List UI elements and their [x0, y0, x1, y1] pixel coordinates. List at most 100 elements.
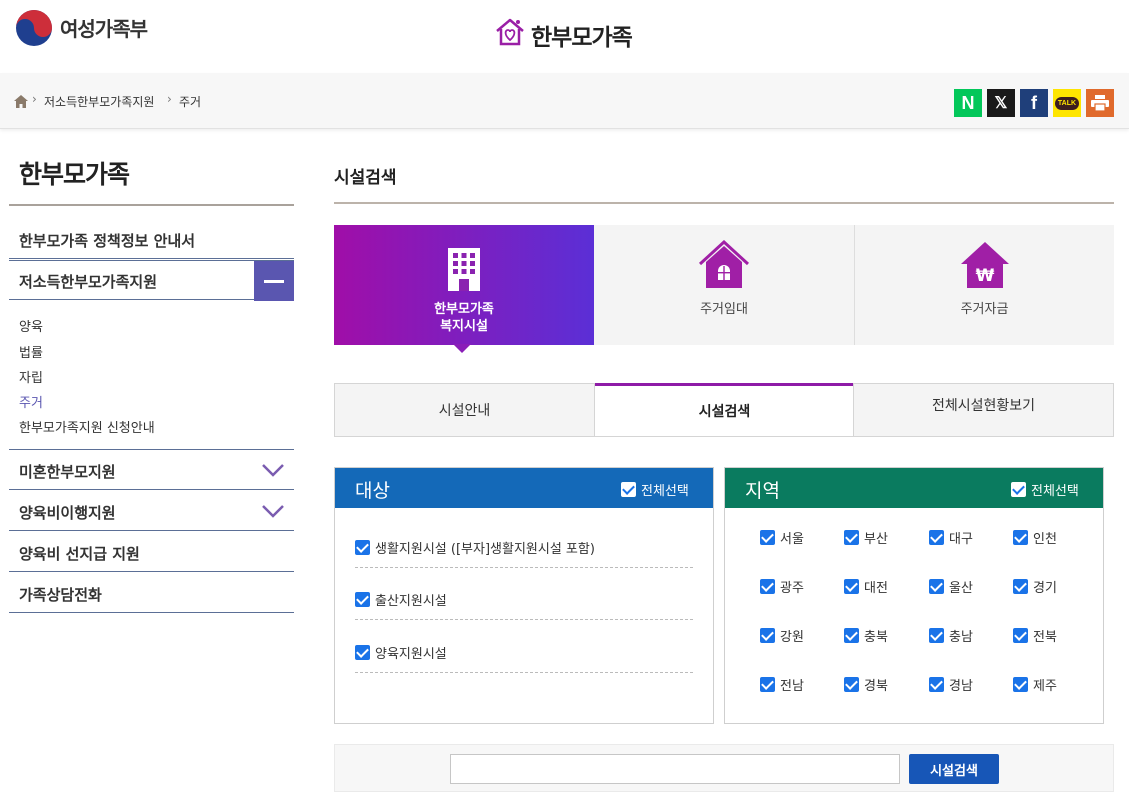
region-checkbox[interactable]: 전북 — [1013, 626, 1057, 645]
region-label: 대구 — [949, 532, 973, 547]
checkbox-checked-icon[interactable] — [760, 530, 775, 545]
option-label: 출산지원시설 — [375, 594, 447, 609]
region-checkbox[interactable]: 대구 — [929, 528, 973, 547]
category-tab-housing-fund[interactable]: ₩ 주거자금 — [855, 225, 1114, 345]
panel-title: 지역 — [745, 480, 780, 502]
region-checkbox[interactable]: 부산 — [844, 528, 888, 547]
home-heart-logo-icon[interactable] — [494, 16, 526, 48]
region-label: 경기 — [1033, 581, 1057, 596]
search-input[interactable] — [450, 754, 900, 784]
site-name[interactable]: 한부모가족 — [531, 18, 633, 52]
chevron-right-icon: › — [32, 92, 37, 106]
chevron-down-icon[interactable] — [261, 503, 285, 519]
option-label: 생활지원시설 ([부자]생활지원시설 포함) — [375, 542, 595, 557]
target-option-living-support[interactable]: 생활지원시설 ([부자]생활지원시설 포함) — [355, 538, 693, 568]
facility-search-button[interactable]: 시설검색 — [909, 754, 999, 784]
region-checkbox[interactable]: 전남 — [760, 675, 804, 694]
region-checkbox[interactable]: 경북 — [844, 675, 888, 694]
breadcrumb-item[interactable]: 주거 — [179, 93, 201, 110]
kakao-share-button[interactable]: TALK — [1053, 89, 1081, 117]
checkbox-checked-icon[interactable] — [760, 579, 775, 594]
sidebar-item-unmarried[interactable]: 미혼한부모지원 — [9, 450, 294, 490]
target-option-childcare-support[interactable]: 양육지원시설 — [355, 643, 693, 673]
sidebar-subitem[interactable]: 법률 — [19, 342, 43, 361]
checkbox-checked-icon[interactable] — [844, 579, 859, 594]
region-checkbox[interactable]: 인천 — [1013, 528, 1057, 547]
category-label: 복지시설 — [440, 319, 488, 334]
region-checkbox[interactable]: 서울 — [760, 528, 804, 547]
region-checkbox[interactable]: 울산 — [929, 577, 973, 596]
category-label: 주거임대 — [700, 302, 748, 317]
checkbox-checked-icon[interactable] — [355, 592, 370, 607]
checkbox-checked-icon[interactable] — [355, 645, 370, 660]
house-won-icon: ₩ — [961, 242, 1009, 288]
building-icon — [448, 248, 480, 291]
checkbox-checked-icon[interactable] — [844, 628, 859, 643]
chevron-right-icon: › — [167, 92, 172, 106]
checkbox-checked-icon[interactable] — [1013, 579, 1028, 594]
checkbox-checked-icon[interactable] — [844, 677, 859, 692]
select-all-target-checkbox[interactable]: 전체선택 — [621, 480, 689, 499]
home-icon[interactable] — [14, 95, 28, 108]
tab-facility-info[interactable]: 시설안내 — [334, 383, 595, 437]
tab-facility-search[interactable]: 시설검색 — [595, 383, 854, 437]
sidebar-item-child-support[interactable]: 양육비이행지원 — [9, 491, 294, 531]
region-checkbox[interactable]: 광주 — [760, 577, 804, 596]
ministry-name[interactable]: 여성가족부 — [60, 13, 148, 42]
sidebar-item-advance-payment[interactable]: 양육비 선지급 지원 — [9, 532, 294, 572]
checkbox-checked-icon[interactable] — [760, 628, 775, 643]
sidebar-item-label: 양육비 선지급 지원 — [19, 545, 140, 563]
checkbox-checked-icon[interactable] — [929, 530, 944, 545]
x-share-button[interactable]: 𝕏 — [987, 89, 1015, 117]
region-checkbox[interactable]: 대전 — [844, 577, 888, 596]
region-label: 경북 — [864, 679, 888, 694]
active-indicator-arrow — [453, 344, 471, 353]
taegeuk-logo-icon[interactable] — [15, 9, 53, 47]
checkbox-checked-icon[interactable] — [1013, 677, 1028, 692]
collapse-minus-icon[interactable] — [254, 261, 294, 301]
house-window-icon — [698, 240, 750, 288]
naver-share-button[interactable]: N — [954, 89, 982, 117]
sidebar-item-label: 저소득한부모가족지원 — [19, 273, 158, 291]
category-tab-rental-housing[interactable]: 주거임대 — [594, 225, 854, 345]
category-tab-welfare-facility[interactable]: 한부모가족 복지시설 — [334, 225, 594, 345]
region-checkbox[interactable]: 제주 — [1013, 675, 1057, 694]
checkbox-checked-icon — [621, 482, 636, 497]
sidebar-title: 한부모가족 — [19, 160, 130, 189]
sidebar-item-policy-guide[interactable]: 한부모가족 정책정보 안내서 — [9, 219, 294, 259]
region-checkbox[interactable]: 경기 — [1013, 577, 1057, 596]
checkbox-checked-icon[interactable] — [1013, 628, 1028, 643]
checkbox-checked-icon[interactable] — [355, 540, 370, 555]
chevron-down-icon[interactable] — [261, 462, 285, 478]
checkbox-checked-icon[interactable] — [929, 677, 944, 692]
region-panel: 지역 전체선택 서울 부산 대구 인천광주 대전 울산 경기강원 충북 충남 전북전남 경북 경남 제주 — [724, 467, 1104, 724]
region-checkbox[interactable]: 강원 — [760, 626, 804, 645]
sidebar-item-counseling[interactable]: 가족상담전화 — [9, 573, 294, 613]
breadcrumb: › 저소득한부모가족지원 › 주거 N 𝕏 f TALK — [0, 73, 1129, 129]
sidebar-item-label: 가족상담전화 — [19, 586, 102, 604]
region-checkbox[interactable]: 충북 — [844, 626, 888, 645]
region-label: 경남 — [949, 679, 973, 694]
sidebar-subitem[interactable]: 양육 — [19, 316, 43, 335]
region-checkbox[interactable]: 충남 — [929, 626, 973, 645]
svg-text:₩: ₩ — [976, 266, 995, 286]
select-all-label: 전체선택 — [1031, 484, 1079, 499]
facebook-share-button[interactable]: f — [1020, 89, 1048, 117]
sidebar-item-low-income[interactable]: 저소득한부모가족지원 — [9, 260, 294, 301]
checkbox-checked-icon[interactable] — [1013, 530, 1028, 545]
sidebar-subitem[interactable]: 한부모가족지원 신청안내 — [19, 417, 155, 436]
breadcrumb-item[interactable]: 저소득한부모가족지원 — [44, 93, 154, 110]
sidebar-subitem[interactable]: 자립 — [19, 367, 43, 386]
region-checkbox[interactable]: 경남 — [929, 675, 973, 694]
printer-icon — [1091, 95, 1109, 111]
checkbox-checked-icon[interactable] — [929, 628, 944, 643]
print-button[interactable] — [1086, 89, 1114, 117]
checkbox-checked-icon[interactable] — [844, 530, 859, 545]
target-panel: 대상 전체선택 생활지원시설 ([부자]생활지원시설 포함) 출산지원시설 양육… — [334, 467, 714, 724]
sidebar-subitem-active[interactable]: 주거 — [19, 392, 43, 411]
select-all-region-checkbox[interactable]: 전체선택 — [1011, 480, 1079, 499]
target-option-maternity-support[interactable]: 출산지원시설 — [355, 590, 693, 620]
tab-all-facility-status[interactable]: 전체시설현황보기 — [853, 383, 1114, 437]
checkbox-checked-icon[interactable] — [929, 579, 944, 594]
checkbox-checked-icon[interactable] — [760, 677, 775, 692]
